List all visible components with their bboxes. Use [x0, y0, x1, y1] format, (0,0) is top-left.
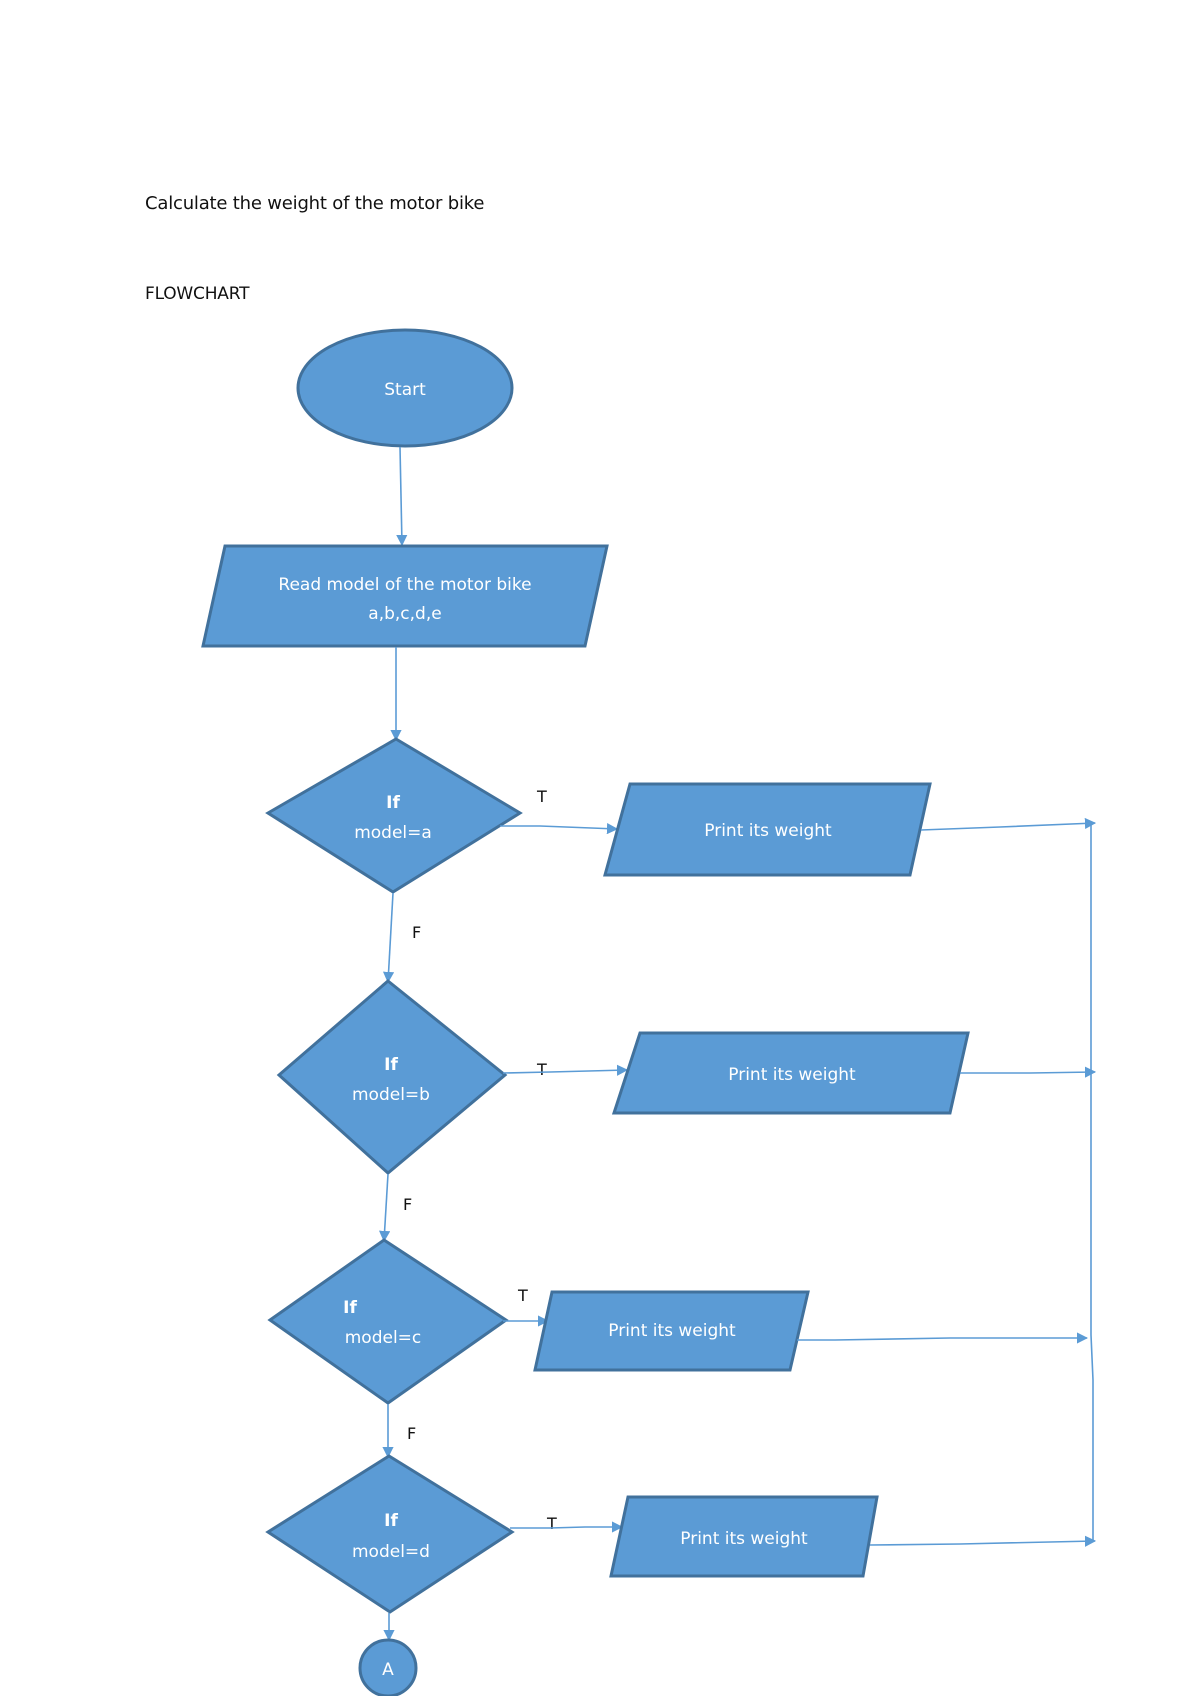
decision-c-true-label: T — [517, 1286, 528, 1305]
decision-c-keyword: If — [343, 1298, 357, 1318]
connector-output-a-to-merge — [920, 817, 1097, 831]
input-box: Read model of the motor bike a,b,c,d,e — [201, 544, 609, 648]
decision-c-condition: model=c — [345, 1328, 422, 1348]
connector-output-b-to-merge — [960, 1066, 1097, 1078]
connector-a-false — [382, 892, 395, 984]
decision-a-false-label: F — [412, 923, 421, 942]
connector-b-true — [502, 1064, 629, 1076]
decision-c-false-label: F — [407, 1424, 416, 1443]
flowchart: Start Read model of the motor bike a,b,c… — [201, 328, 1097, 1696]
output-b-label: Print its weight — [728, 1065, 856, 1085]
decision-b: If model=b — [276, 979, 508, 1175]
output-c: Print its weight — [533, 1290, 810, 1372]
decision-d-condition: model=d — [352, 1542, 430, 1562]
decision-b-condition: model=b — [352, 1085, 430, 1105]
decision-d-keyword: If — [384, 1511, 398, 1531]
output-a-label: Print its weight — [704, 821, 832, 841]
connector-a-true — [500, 823, 619, 835]
decision-b-false-label: F — [403, 1195, 412, 1214]
output-b: Print its weight — [611, 1031, 970, 1115]
decision-d: If model=d — [265, 1454, 515, 1614]
output-c-label: Print its weight — [608, 1321, 736, 1341]
decision-a: If model=a — [265, 737, 523, 894]
merge-line — [1090, 823, 1094, 1541]
connector-b-false — [379, 1173, 391, 1243]
output-a: Print its weight — [603, 782, 932, 877]
decision-d-true-label: T — [546, 1514, 557, 1533]
connector-start-to-input — [396, 446, 408, 547]
input-line-1: Read model of the motor bike — [278, 575, 531, 595]
connector-d-true — [510, 1521, 624, 1533]
connector-a-label: A — [382, 1660, 394, 1680]
start-label: Start — [384, 380, 426, 400]
decision-a-true-label: T — [536, 787, 547, 806]
decision-c: If model=c — [267, 1238, 509, 1405]
output-d-label: Print its weight — [680, 1529, 808, 1549]
decision-b-keyword: If — [384, 1055, 398, 1075]
connector-output-c-to-merge — [797, 1332, 1089, 1344]
decision-b-true-label: T — [536, 1060, 547, 1079]
output-d: Print its weight — [609, 1495, 879, 1578]
input-line-2: a,b,c,d,e — [368, 604, 441, 624]
connector-output-d-to-merge — [869, 1535, 1097, 1547]
start-terminator: Start — [296, 328, 514, 448]
decision-a-condition: model=a — [354, 823, 432, 843]
connector-a-circle: A — [358, 1638, 418, 1696]
decision-a-keyword: If — [386, 793, 400, 813]
